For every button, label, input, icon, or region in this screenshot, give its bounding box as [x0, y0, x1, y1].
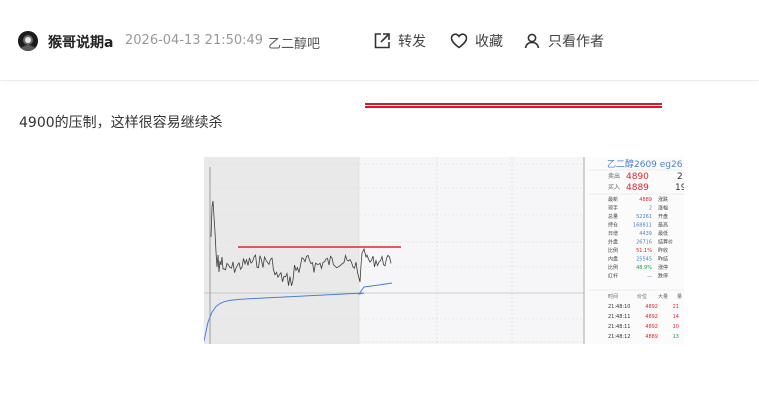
- heart-icon: [449, 31, 469, 51]
- only-author-button[interactable]: 只看作者: [522, 30, 604, 52]
- tick-volume: 14: [673, 314, 679, 320]
- stat-key: 持仓: [608, 222, 618, 229]
- sell-label: 卖出: [608, 172, 620, 180]
- stat-value: 26716: [636, 240, 652, 246]
- market-screenshot: +8.44%+3.56%+2.67%+1.78%+0.89%0.00%-0.89…: [204, 157, 684, 344]
- tick-price: 4889: [645, 334, 658, 340]
- author-name[interactable]: 猴哥说期a: [48, 32, 113, 52]
- stat-value: 4889: [639, 197, 652, 203]
- stat-value: 4439: [639, 231, 652, 237]
- stat-key-2: 涨跌: [658, 196, 668, 203]
- tick-price: 4892: [645, 324, 658, 330]
- buy-price: 4889: [626, 183, 649, 193]
- tick-time: 21:48:12: [608, 334, 630, 340]
- stat-key: 比例: [608, 247, 618, 254]
- stat-key-2: 涨幅: [658, 205, 668, 212]
- buy-volume: 19: [675, 183, 684, 193]
- stat-key-2: 结算价: [658, 239, 673, 246]
- tick-price: 4892: [645, 314, 658, 320]
- stat-value: 168811: [633, 223, 652, 229]
- only-author-label: 只看作者: [548, 34, 604, 50]
- stat-key: 总量: [608, 213, 618, 220]
- forum-link[interactable]: 乙二醇吧: [268, 33, 320, 52]
- stat-value: 52261: [636, 214, 652, 220]
- tick-volume: 21: [673, 304, 679, 310]
- tick-time: 21:48:10: [608, 304, 630, 310]
- stat-value: —: [647, 274, 652, 280]
- stat-key-2: 涨停: [658, 264, 668, 271]
- tick-price: 4892: [645, 304, 658, 310]
- favorite-button[interactable]: 收藏: [449, 30, 503, 52]
- post-time: 2026-04-13 21:50:49: [125, 33, 264, 48]
- stat-key: 内盘: [608, 256, 618, 263]
- tick-volume: 10: [673, 324, 679, 330]
- avatar-image: [18, 31, 38, 51]
- stat-key-2: 开盘: [658, 213, 668, 220]
- tick-time: 21:48:11: [608, 324, 630, 330]
- forward-label: 转发: [398, 34, 426, 50]
- instrument-name: 乙二醇2609 eg26: [607, 158, 683, 170]
- user-icon: [522, 31, 542, 51]
- stat-key-2: 昨结: [658, 256, 668, 263]
- stat-key-2: 最低: [658, 230, 668, 237]
- stat-key-2: 跌停: [658, 273, 668, 280]
- tick-time: 21:48:11: [608, 314, 630, 320]
- favorite-label: 收藏: [475, 34, 503, 50]
- stat-key: 红杆: [608, 273, 618, 280]
- tick-header: 价位: [637, 293, 647, 300]
- post-content: 4900的压制，这样很容易继续杀: [19, 115, 223, 131]
- share-icon: [372, 31, 392, 51]
- sell-volume: 2: [677, 172, 683, 182]
- stat-key: 现手: [608, 205, 618, 212]
- post-image-market-screenshot[interactable]: +8.44%+3.56%+2.67%+1.78%+0.89%0.00%-0.89…: [204, 157, 684, 344]
- stat-key-2: 最高: [658, 222, 668, 229]
- stat-value: 51.1%: [636, 248, 652, 254]
- tick-header: 时间: [608, 293, 618, 300]
- forward-button[interactable]: 转发: [372, 30, 426, 52]
- stat-key: 最新: [608, 196, 618, 203]
- avatar[interactable]: [18, 31, 38, 51]
- post-header: 猴哥说期a 2026-04-13 21:50:49 乙二醇吧 转发 收藏 只看作: [0, 0, 759, 81]
- stat-value: 2: [649, 206, 652, 212]
- tick-header: 大量: [658, 293, 668, 300]
- stat-value: 48.9%: [636, 265, 652, 271]
- highlight-divider: [365, 103, 662, 108]
- buy-label: 买入: [608, 183, 620, 191]
- stat-key: 日增: [608, 230, 618, 237]
- stat-key-2: 昨收: [658, 247, 668, 254]
- stat-value: 25545: [636, 257, 652, 263]
- stat-key: 比例: [608, 264, 618, 271]
- sell-price: 4890: [626, 172, 649, 182]
- tick-volume: 13: [673, 334, 679, 340]
- tick-header: 量: [677, 293, 682, 300]
- stat-key: 外盘: [608, 239, 618, 246]
